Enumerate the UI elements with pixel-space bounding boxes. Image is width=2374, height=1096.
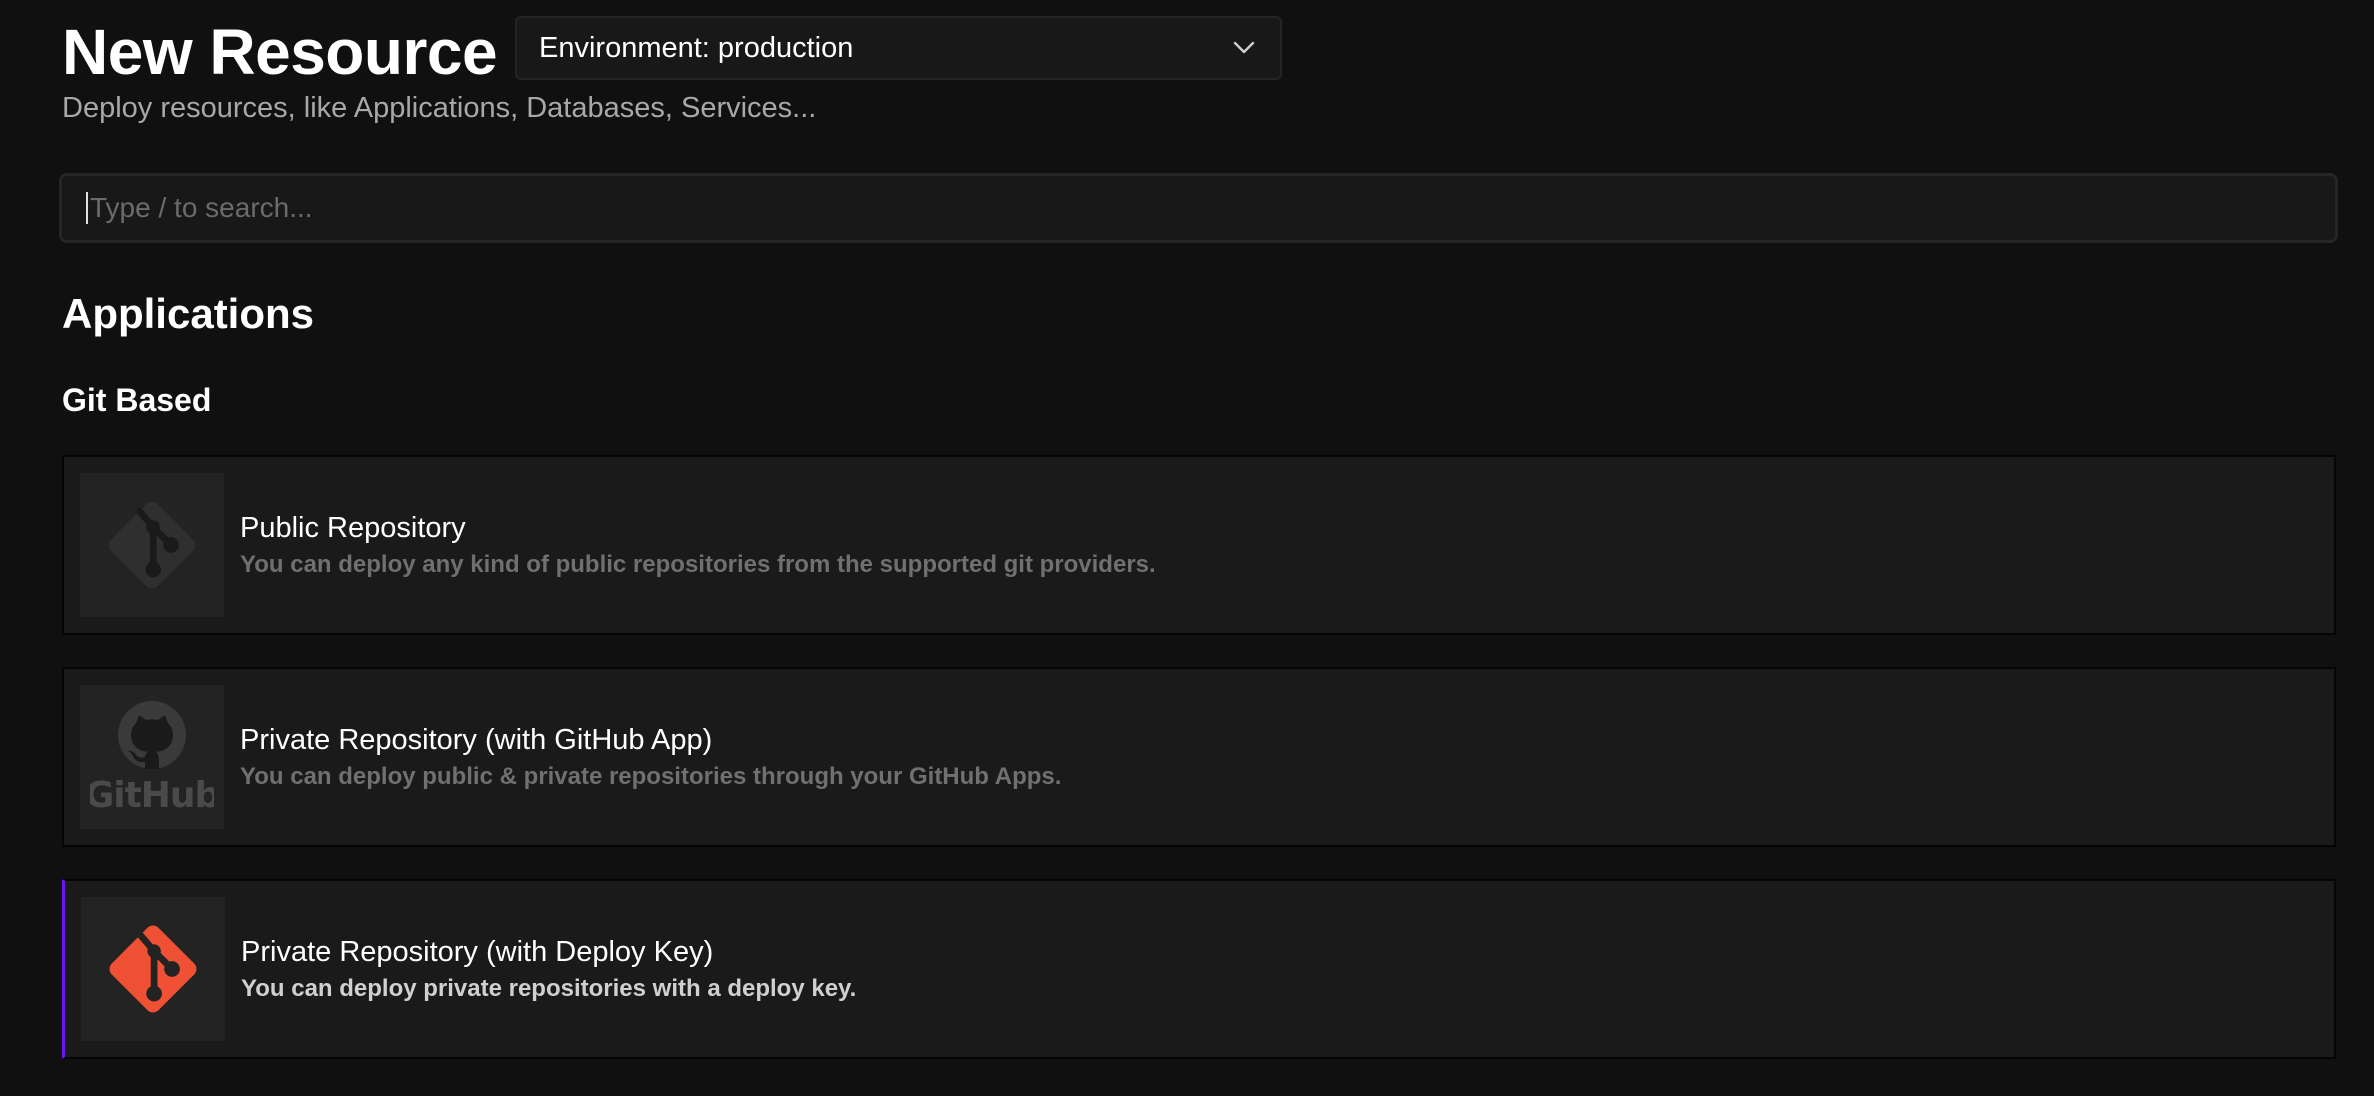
github-logo: GitHub xyxy=(80,685,224,829)
resource-card-public-repository[interactable]: Public Repository You can deploy any kin… xyxy=(62,455,2336,635)
section-title-applications: Applications xyxy=(62,290,315,337)
resource-card-description: You can deploy private repositories with… xyxy=(241,975,857,1002)
resource-card-private-github-app[interactable]: GitHub Private Repository (with GitHub A… xyxy=(62,667,2336,847)
subsection-title-git-based: Git Based xyxy=(62,382,212,418)
git-logo xyxy=(80,473,224,617)
search-box[interactable] xyxy=(59,173,2338,243)
resource-card-title: Public Repository xyxy=(240,512,466,544)
page-subtitle: Deploy resources, like Applications, Dat… xyxy=(62,92,817,124)
github-logo-wordmark: GitHub xyxy=(90,775,214,816)
environment-select[interactable]: Environment: production xyxy=(515,16,1282,80)
chevron-down-icon xyxy=(1230,34,1258,62)
git-logo xyxy=(81,897,225,1041)
resource-card-private-deploy-key[interactable]: Private Repository (with Deploy Key) You… xyxy=(62,879,2336,1059)
git-icon xyxy=(108,501,196,589)
resource-card-description: You can deploy public & private reposito… xyxy=(240,763,1062,790)
page-title: New Resource xyxy=(62,16,498,88)
resource-card-title: Private Repository (with GitHub App) xyxy=(240,724,713,756)
page: New Resource Environment: production Dep… xyxy=(0,0,2374,1096)
resource-card-title: Private Repository (with Deploy Key) xyxy=(241,936,714,968)
search-input[interactable] xyxy=(90,176,2335,240)
resource-card-description: You can deploy any kind of public reposi… xyxy=(240,551,1156,578)
git-icon xyxy=(109,925,197,1013)
environment-select-value: Environment: production xyxy=(539,31,854,64)
text-caret xyxy=(86,192,88,224)
github-icon: GitHub xyxy=(90,701,214,816)
